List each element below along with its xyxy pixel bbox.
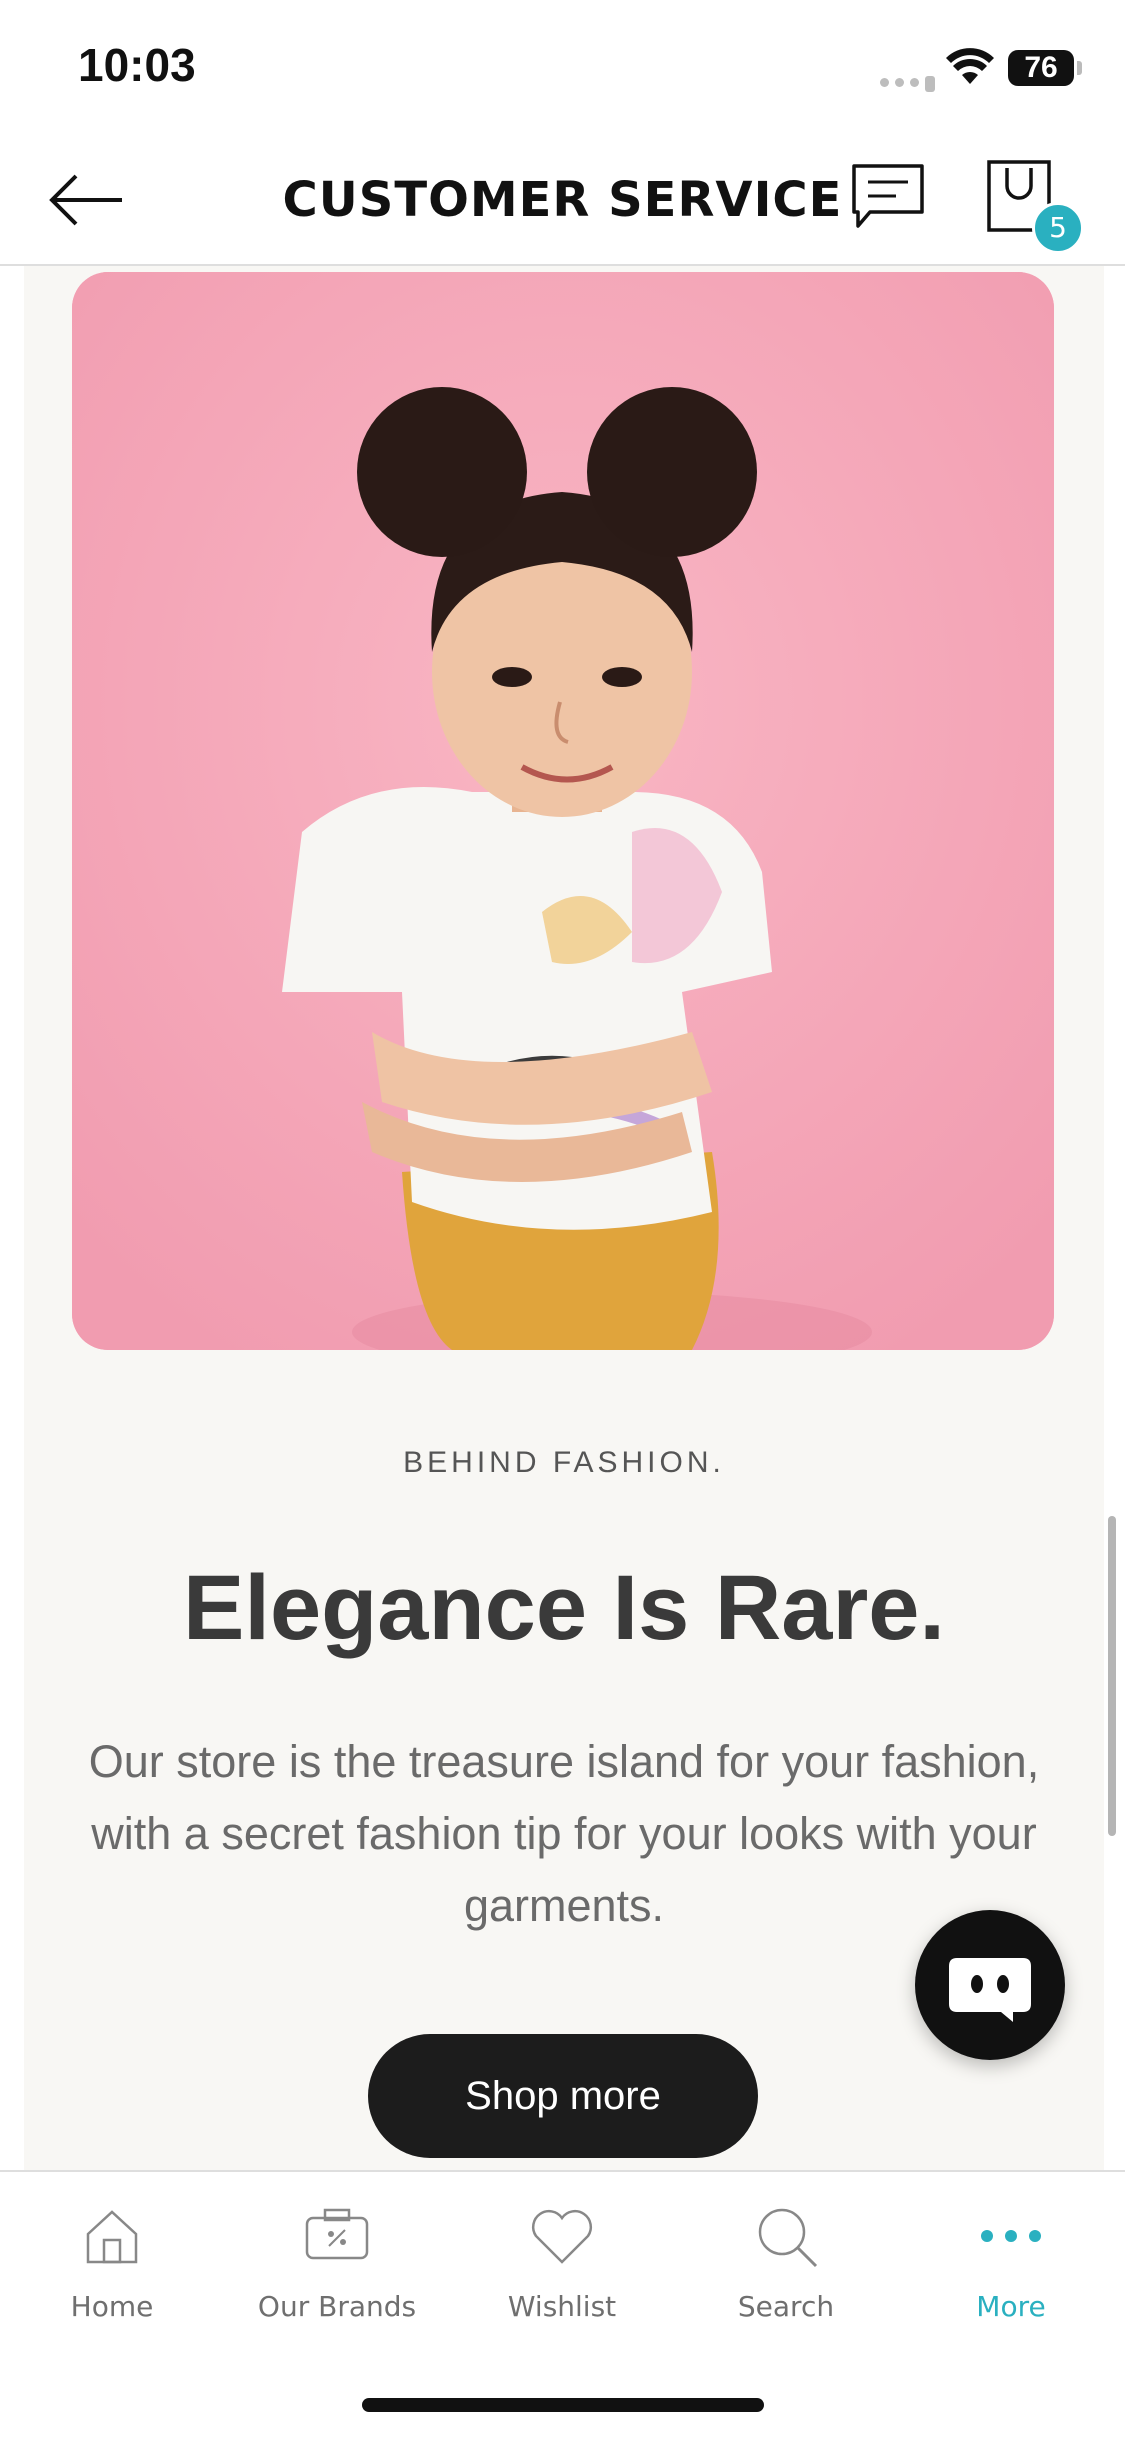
hero-image [72, 272, 1054, 1350]
tab-label-our-brands: Our Brands [257, 2290, 417, 2323]
tab-more[interactable]: More [911, 2196, 1111, 2323]
home-icon [12, 2196, 212, 2276]
promo-headline: Elegance Is Rare. [183, 1557, 945, 1659]
cart-count-badge: 5 [1032, 202, 1084, 254]
promo-description: Our store is the treasure island for you… [88, 1736, 1040, 1931]
shop-more-button[interactable]: Shop more [368, 2034, 758, 2158]
promo-eyebrow: BEHIND FASHION. [403, 1446, 725, 1479]
page-title: CUSTOMER SERVICE [282, 172, 843, 228]
tab-label-home: Home [70, 2290, 154, 2323]
brands-icon [237, 2196, 437, 2276]
status-bar: 10:03 76 [0, 0, 1125, 140]
status-time: 10:03 [78, 39, 196, 91]
scrollbar[interactable] [1108, 1516, 1116, 1836]
cellular-signal-icon [880, 74, 941, 92]
message-icon[interactable] [850, 160, 926, 241]
tab-wishlist[interactable]: Wishlist [462, 2196, 662, 2323]
home-indicator [362, 2398, 764, 2412]
tab-our-brands[interactable]: Our Brands [237, 2196, 437, 2323]
chat-support-button[interactable] [915, 1910, 1065, 2060]
tab-search[interactable]: Search [686, 2196, 886, 2323]
battery-icon: 76 [1008, 50, 1074, 86]
top-navigation-bar: CUSTOMER SERVICE 5 [0, 140, 1125, 266]
tab-label-search: Search [737, 2290, 835, 2323]
chat-bubble-icon [949, 1958, 1031, 2022]
wifi-icon [945, 48, 995, 91]
tab-label-more: More [976, 2290, 1046, 2323]
content-area[interactable]: BEHIND FASHION. Elegance Is Rare. Our st… [24, 266, 1104, 2170]
heart-icon [462, 2196, 662, 2276]
more-icon [911, 2196, 1111, 2276]
battery-nub [1077, 61, 1082, 75]
tab-label-wishlist: Wishlist [507, 2290, 617, 2323]
tab-home[interactable]: Home [12, 2196, 212, 2323]
search-icon [686, 2196, 886, 2276]
